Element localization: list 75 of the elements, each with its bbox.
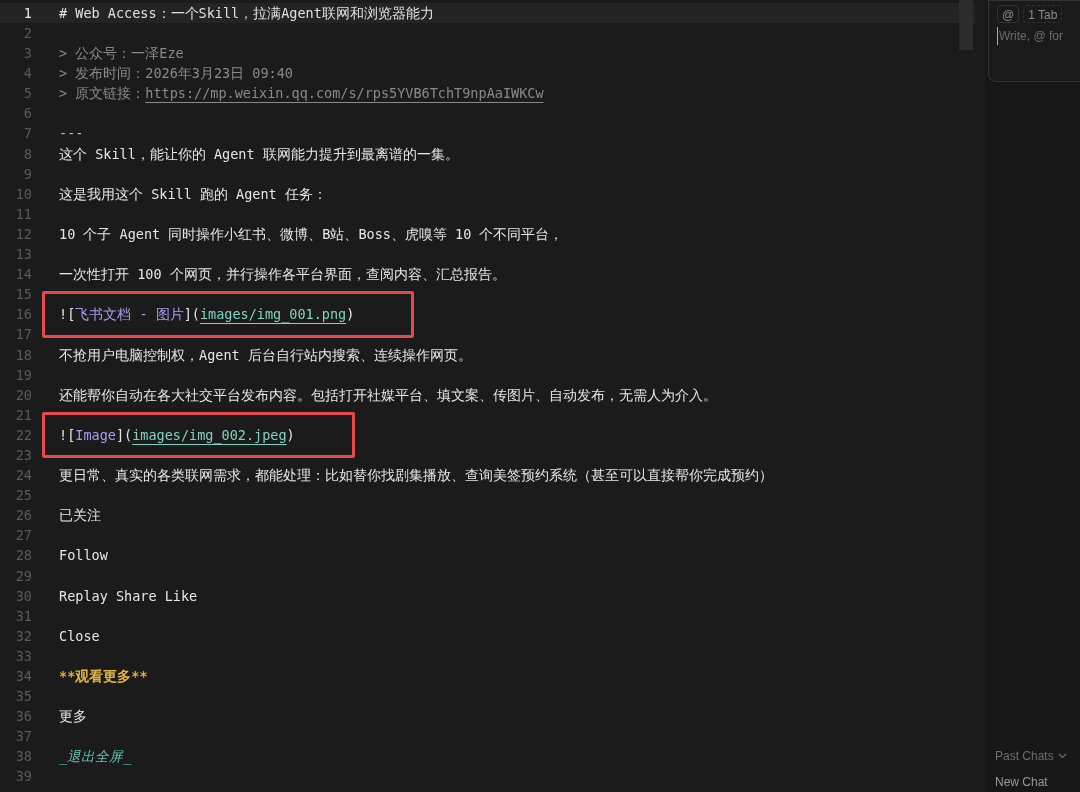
line-number: 3 — [22, 44, 32, 64]
line-number: 7 — [22, 124, 32, 144]
line-number: 25 — [14, 486, 32, 506]
image-path[interactable]: images/img_002.jpeg — [132, 424, 287, 446]
rule-text: --- — [59, 124, 84, 144]
line-number: 23 — [14, 446, 32, 465]
line-text: Close — [59, 626, 100, 646]
line-number: 34 — [14, 667, 32, 686]
line-number: 13 — [14, 245, 32, 265]
bold-text: **观看更多** — [59, 667, 148, 686]
line-number: 26 — [14, 506, 32, 526]
line-number: 19 — [14, 365, 32, 385]
line-number: 9 — [22, 164, 32, 184]
line-text: Follow — [59, 546, 108, 566]
line-number: 14 — [14, 265, 32, 285]
line-number: 11 — [14, 204, 32, 224]
line-number: 28 — [14, 546, 32, 566]
line-text: 已关注 — [59, 506, 101, 526]
new-chat-button[interactable]: New Chat — [995, 773, 1080, 791]
line-number: 4 — [22, 64, 32, 84]
line-number: 6 — [22, 104, 32, 124]
alt-text: 飞书文档 - 图片 — [75, 305, 184, 325]
line-text: 这个 Skill，能让你的 Agent 联网能力提升到最离谱的一集。 — [59, 144, 459, 164]
line-number: 10 — [14, 184, 32, 204]
line-text: 一次性打开 100 个网页，并行操作各平台界面，查阅内容、汇总报告。 — [59, 265, 506, 285]
line-number: 21 — [14, 405, 32, 425]
line-text: 不抢用户电脑控制权，Agent 后台自行站内搜索、连续操作网页。 — [59, 345, 472, 365]
quote-text: > 发布时间：2026年3月23日 09:40 — [59, 64, 293, 84]
heading-text: # Web Access：一个Skill，拉满Agent联网和浏览器能力 — [59, 3, 434, 23]
line-text: 更多 — [59, 707, 87, 727]
line-number: 17 — [14, 325, 32, 345]
line-number: 39 — [14, 767, 32, 787]
line-number: 1 — [22, 3, 32, 23]
line-number: 31 — [14, 606, 32, 626]
line-number: 20 — [14, 385, 32, 405]
line-number: 30 — [14, 586, 32, 606]
line-text: ![ — [59, 305, 76, 325]
mention-button[interactable]: @ — [997, 5, 1020, 23]
line-number: 36 — [14, 707, 32, 727]
line-number: 8 — [22, 144, 32, 164]
alt-text: Image — [75, 425, 116, 445]
line-number: 18 — [14, 345, 32, 365]
line-number: 29 — [14, 566, 32, 586]
line-text: ) — [346, 305, 355, 325]
line-text: Replay Share Like — [59, 586, 198, 606]
quote-text: > 公众号：一泽Eze — [59, 44, 184, 64]
line-number: 38 — [14, 747, 32, 767]
line-number: 2 — [22, 24, 32, 43]
line-text: ![ — [59, 425, 76, 445]
line-number: 15 — [14, 285, 32, 305]
line-number: 22 — [14, 425, 32, 445]
chat-input-field[interactable]: Write, @ for — [997, 27, 1072, 45]
quote-text: > 原文链接： — [59, 84, 146, 104]
line-number: 35 — [14, 687, 32, 707]
line-text: 10 个子 Agent 同时操作小红书、微博、B站、Boss、虎嗅等 10 个不同平台， — [59, 224, 564, 244]
italic-text: _退出全屏_ — [59, 747, 132, 767]
chevron-down-icon — [1057, 753, 1067, 759]
line-number: 33 — [14, 646, 32, 666]
line-number: 5 — [22, 84, 32, 104]
line-text: ]( — [183, 305, 200, 325]
line-number: 37 — [14, 727, 32, 747]
line-number: 12 — [14, 224, 32, 244]
link-text[interactable]: https://mp.weixin.qq.com/s/rps5YVB6TchT9npAaIWKCw — [145, 83, 544, 104]
image-path[interactable]: images/img_001.png — [199, 304, 347, 325]
line-text: ) — [286, 425, 295, 445]
line-number: 16 — [14, 305, 32, 325]
line-text: 还能帮你自动在各大社交平台发布内容。包括打开社媒平台、填文案、传图片、自动发布，无需人为介入。 — [59, 385, 717, 405]
line-number: 27 — [14, 526, 32, 546]
line-number: 24 — [14, 466, 32, 486]
tab-chip[interactable]: 1 Tab — [1023, 5, 1063, 23]
line-number: 32 — [14, 626, 32, 646]
past-chats-dropdown[interactable]: Past Chats — [995, 747, 1080, 765]
line-text: 更日常、真实的各类联网需求，都能处理：比如替你找剧集播放、查询美签预约系统（甚至可以直接帮你完成预约） — [59, 466, 773, 486]
line-text: ]( — [115, 425, 133, 445]
line-text: 这是我用这个 Skill 跑的 Agent 任务： — [59, 184, 327, 204]
